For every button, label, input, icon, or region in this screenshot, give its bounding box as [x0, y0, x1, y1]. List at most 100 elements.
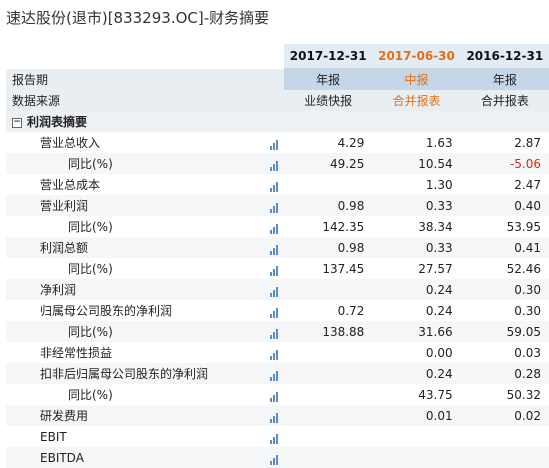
cell-value: 年报: [460, 68, 549, 90]
chart-cell[interactable]: [264, 426, 285, 447]
cell-value: 年报: [284, 68, 373, 90]
cell-value: 43.75: [372, 384, 461, 405]
cell-value: 138.88: [284, 321, 373, 342]
cell-value: 0.98: [284, 195, 373, 216]
row-label: 同比(%): [6, 321, 265, 342]
table-row: 营业总成本 1.30 2.47: [6, 174, 549, 195]
table-row: EBIT: [6, 426, 549, 447]
chart-cell[interactable]: [264, 216, 285, 237]
cell-value: 49.25: [284, 153, 373, 174]
row-label: 同比(%): [6, 153, 265, 174]
header-blank: [6, 44, 265, 69]
row-label: 同比(%): [6, 216, 265, 237]
table-row: EBITDA: [6, 447, 549, 468]
column-date-header[interactable]: 2016-12-31: [460, 44, 549, 69]
blank-cell: [284, 111, 373, 132]
table-row: 营业利润 0.98 0.33 0.40: [6, 195, 549, 216]
row-label: 营业总收入: [6, 132, 265, 153]
bar-chart-icon[interactable]: [269, 388, 279, 402]
bar-chart-icon[interactable]: [269, 409, 279, 423]
table-row: 营业总收入 4.29 1.63 2.87: [6, 132, 549, 153]
chart-cell[interactable]: [264, 153, 285, 174]
bar-chart-icon[interactable]: [269, 157, 279, 171]
financial-summary-table: 2017-12-31 2017-06-30 2016-12-31 报告期 年报 …: [6, 44, 549, 468]
cell-value: 中报: [372, 68, 461, 90]
row-label: EBIT: [6, 426, 265, 447]
row-label: 营业总成本: [6, 174, 265, 195]
bar-chart-icon[interactable]: [269, 451, 279, 465]
chart-cell[interactable]: [264, 321, 285, 342]
cell-value: 10.54: [372, 153, 461, 174]
bar-chart-icon[interactable]: [269, 262, 279, 276]
cell-value: 合并报表: [460, 90, 549, 111]
bar-chart-icon[interactable]: [269, 241, 279, 255]
section-toggle[interactable]: − 利润表摘要: [6, 111, 265, 132]
chart-cell[interactable]: [264, 384, 285, 405]
bar-chart-icon[interactable]: [269, 136, 279, 150]
chart-cell[interactable]: [264, 300, 285, 321]
chart-cell[interactable]: [264, 258, 285, 279]
section-label: 利润表摘要: [27, 115, 88, 129]
blank-cell: [372, 111, 461, 132]
cell-value: [372, 426, 461, 447]
cell-value: [284, 447, 373, 468]
cell-value: 0.24: [372, 279, 461, 300]
cell-value: 137.45: [284, 258, 373, 279]
cell-value: 59.05: [460, 321, 549, 342]
chart-cell[interactable]: [264, 132, 285, 153]
chart-cell[interactable]: [264, 405, 285, 426]
bar-chart-icon[interactable]: [269, 304, 279, 318]
chart-cell[interactable]: [264, 342, 285, 363]
column-date-header[interactable]: 2017-12-31: [284, 44, 373, 69]
chart-cell[interactable]: [264, 195, 285, 216]
cell-value: 业绩快报: [284, 90, 373, 111]
cell-value: [284, 279, 373, 300]
cell-value: 0.30: [460, 300, 549, 321]
table-row: 同比(%) 142.35 38.34 53.95: [6, 216, 549, 237]
cell-value: 0.30: [460, 279, 549, 300]
row-label: 归属母公司股东的净利润: [6, 300, 265, 321]
chart-cell[interactable]: [264, 447, 285, 468]
column-date-header[interactable]: 2017-06-30: [372, 44, 461, 69]
cell-value: 52.46: [460, 258, 549, 279]
row-label: 数据来源: [6, 90, 265, 111]
cell-value: 0.33: [372, 195, 461, 216]
table-row: 同比(%) 49.25 10.54 -5.06: [6, 153, 549, 174]
blank-cell: [264, 111, 285, 132]
row-label: 净利润: [6, 279, 265, 300]
cell-value: [284, 384, 373, 405]
cell-value: 合并报表: [372, 90, 461, 111]
cell-value: [284, 342, 373, 363]
bar-chart-icon[interactable]: [269, 346, 279, 360]
cell-value: 142.35: [284, 216, 373, 237]
cell-value: 0.03: [460, 342, 549, 363]
row-label: EBITDA: [6, 447, 265, 468]
section-header-row[interactable]: − 利润表摘要: [6, 111, 549, 132]
table-row: 同比(%) 138.88 31.66 59.05: [6, 321, 549, 342]
chart-cell[interactable]: [264, 363, 285, 384]
bar-chart-icon[interactable]: [269, 220, 279, 234]
bar-chart-icon[interactable]: [269, 325, 279, 339]
data-source-row: 数据来源 业绩快报 合并报表 合并报表: [6, 90, 549, 111]
bar-chart-icon[interactable]: [269, 283, 279, 297]
chart-cell[interactable]: [264, 237, 285, 258]
cell-value: 31.66: [372, 321, 461, 342]
cell-value: 0.41: [460, 237, 549, 258]
row-label: 报告期: [6, 68, 265, 90]
bar-chart-icon[interactable]: [269, 367, 279, 381]
cell-value: 0.98: [284, 237, 373, 258]
table-row: 同比(%) 137.45 27.57 52.46: [6, 258, 549, 279]
cell-value: 0.40: [460, 195, 549, 216]
row-label: 利润总额: [6, 237, 265, 258]
report-period-row: 报告期 年报 中报 年报: [6, 68, 549, 90]
bar-chart-icon[interactable]: [269, 430, 279, 444]
cell-value: 27.57: [372, 258, 461, 279]
cell-value: 53.95: [460, 216, 549, 237]
bar-chart-icon[interactable]: [269, 199, 279, 213]
chart-cell[interactable]: [264, 279, 285, 300]
bar-chart-icon[interactable]: [269, 178, 279, 192]
table-row: 归属母公司股东的净利润 0.72 0.24 0.30: [6, 300, 549, 321]
minus-box-icon[interactable]: −: [12, 117, 22, 128]
chart-cell[interactable]: [264, 174, 285, 195]
cell-value: 0.33: [372, 237, 461, 258]
